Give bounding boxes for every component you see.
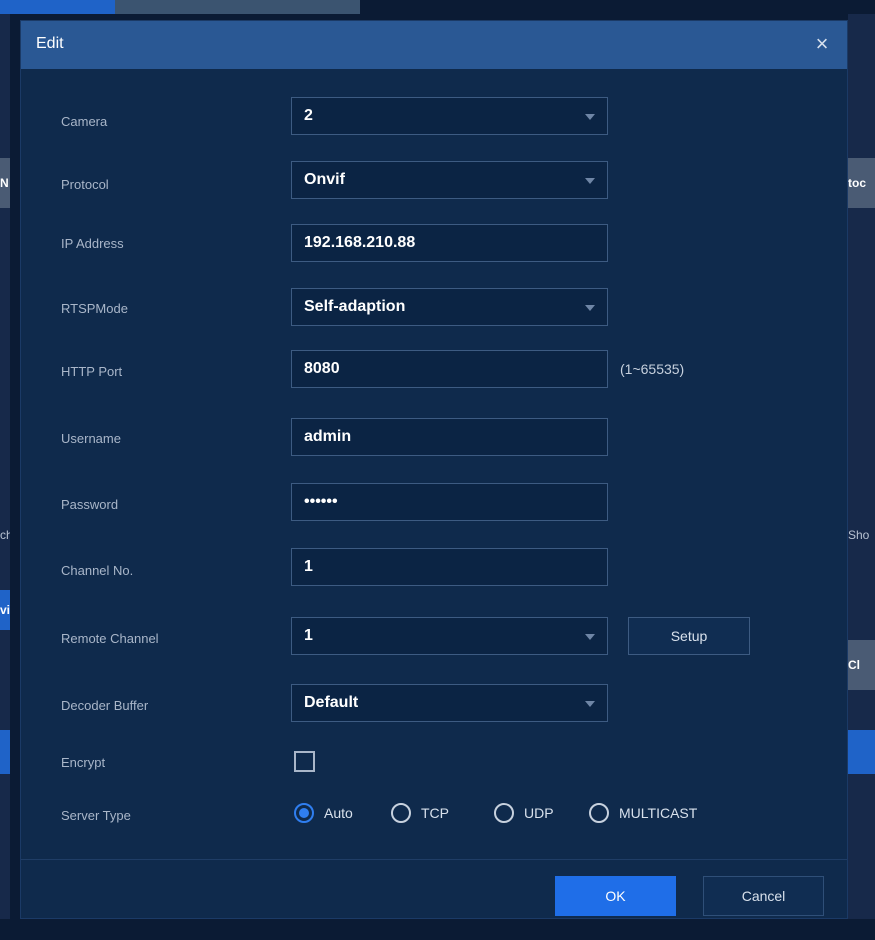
background-chip: vi (0, 590, 10, 630)
http-port-range-hint: (1~65535) (620, 361, 685, 377)
radio-label: MULTICAST (619, 805, 698, 821)
chevron-down-icon (585, 305, 595, 311)
username-label: Username (61, 431, 121, 446)
channel-no-label: Channel No. (61, 563, 134, 578)
edit-dialog: Edit × Camera 2 Protocol Onvif IP Addres… (20, 20, 848, 919)
encrypt-checkbox[interactable] (294, 751, 315, 772)
remote-channel-value: 1 (304, 627, 313, 644)
ip-address-input[interactable]: 192.168.210.88 (291, 224, 608, 262)
radio-icon (494, 803, 514, 823)
setup-button[interactable]: Setup (628, 617, 750, 655)
username-value: admin (304, 428, 352, 445)
dialog-title: Edit (36, 35, 64, 52)
radio-icon (589, 803, 609, 823)
background-text: Sho (848, 528, 870, 542)
http-port-value: 8080 (304, 360, 340, 377)
password-label: Password (61, 497, 119, 512)
encrypt-label: Encrypt (61, 755, 106, 770)
chevron-down-icon (585, 178, 595, 184)
channel-no-value: 1 (304, 558, 313, 575)
decoder-buffer-select[interactable]: Default (291, 684, 608, 722)
username-input[interactable]: admin (291, 418, 608, 456)
ip-address-label: IP Address (61, 236, 124, 251)
protocol-value: Onvif (304, 171, 345, 188)
password-input[interactable]: •••••• (291, 483, 608, 521)
radio-icon (391, 803, 411, 823)
background-right-panel (848, 14, 875, 919)
camera-select[interactable]: 2 (291, 97, 608, 135)
chevron-down-icon (585, 634, 595, 640)
decoder-buffer-label: Decoder Buffer (61, 698, 149, 713)
radio-label: TCP (421, 805, 449, 821)
background-left-panel (0, 14, 10, 919)
background-chip: Cl (848, 640, 875, 690)
background-tab (115, 0, 360, 14)
decoder-buffer-value: Default (304, 694, 359, 711)
chevron-down-icon (585, 114, 595, 120)
remote-channel-select[interactable]: 1 (291, 617, 608, 655)
camera-label: Camera (61, 114, 108, 129)
background-tab-active (0, 0, 115, 14)
remote-channel-label: Remote Channel (61, 631, 159, 646)
protocol-label: Protocol (61, 177, 109, 192)
rtsp-mode-select[interactable]: Self-adaption (291, 288, 608, 326)
dialog-header: Edit × (21, 21, 847, 69)
protocol-select[interactable]: Onvif (291, 161, 608, 199)
close-icon[interactable]: × (809, 31, 835, 57)
http-port-label: HTTP Port (61, 364, 123, 379)
ok-button[interactable]: OK (555, 876, 676, 916)
background-row-selected (0, 730, 10, 774)
radio-label: Auto (324, 805, 353, 821)
background-text: ch (0, 528, 10, 542)
cancel-button[interactable]: Cancel (703, 876, 824, 916)
server-type-label: Server Type (61, 808, 131, 823)
http-port-input[interactable]: 8080 (291, 350, 608, 388)
radio-selected-icon (294, 803, 314, 823)
rtsp-mode-value: Self-adaption (304, 298, 406, 315)
camera-value: 2 (304, 107, 313, 124)
background-row-selected (848, 730, 875, 774)
footer-divider (21, 859, 847, 860)
background-chip: toc (848, 158, 875, 208)
password-value: •••••• (304, 493, 338, 510)
background-chip: N (0, 158, 10, 208)
chevron-down-icon (585, 701, 595, 707)
channel-no-input[interactable]: 1 (291, 548, 608, 586)
rtsp-mode-label: RTSPMode (61, 301, 128, 316)
radio-label: UDP (524, 805, 554, 821)
ip-address-value: 192.168.210.88 (304, 234, 416, 251)
